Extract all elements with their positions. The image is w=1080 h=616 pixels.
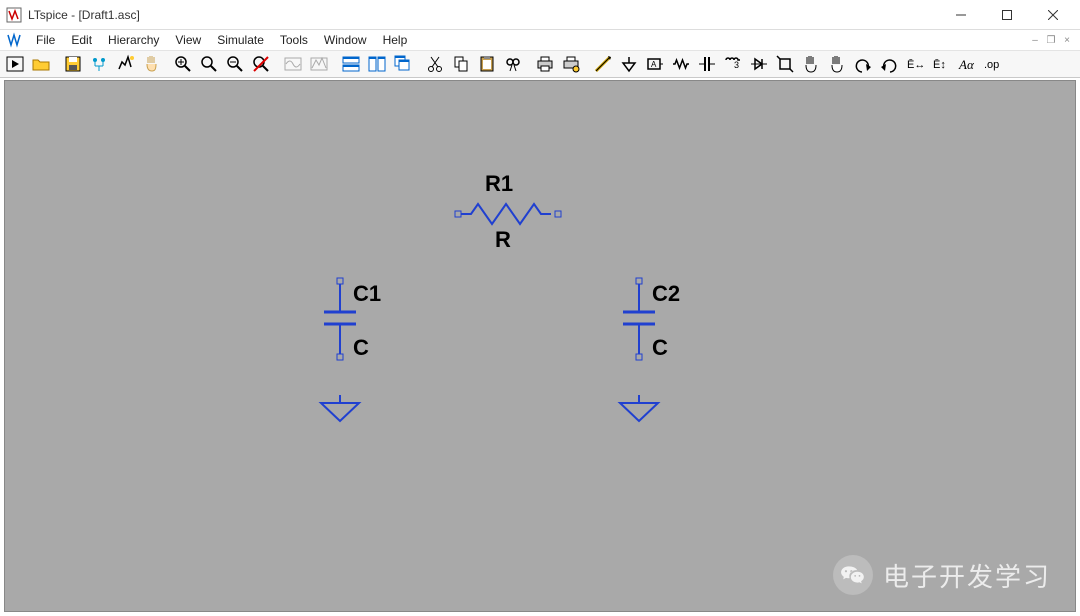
- menu-tools[interactable]: Tools: [272, 31, 316, 49]
- wechat-icon: [833, 555, 873, 595]
- net-label-icon[interactable]: A: [642, 52, 668, 76]
- ground-symbol-1[interactable]: [315, 395, 365, 425]
- mdi-controls: – ❐ ×: [1028, 33, 1078, 47]
- menu-bar: File Edit Hierarchy View Simulate Tools …: [0, 30, 1080, 50]
- menu-view[interactable]: View: [167, 31, 209, 49]
- resistor-icon[interactable]: [668, 52, 694, 76]
- watermark-text: 电子开发学习: [883, 557, 1051, 594]
- menu-help[interactable]: Help: [375, 31, 416, 49]
- capacitor-icon[interactable]: [694, 52, 720, 76]
- title-bar: LTspice - [Draft1.asc]: [0, 0, 1080, 30]
- simulate-icon[interactable]: [112, 52, 138, 76]
- menu-window[interactable]: Window: [316, 31, 375, 49]
- component-icon[interactable]: [772, 52, 798, 76]
- app-icon: [6, 7, 22, 23]
- c2-value[interactable]: C: [652, 335, 668, 361]
- inductor-icon[interactable]: 3: [720, 52, 746, 76]
- run-icon[interactable]: [2, 52, 28, 76]
- ground-symbol-2[interactable]: [614, 395, 664, 425]
- cascade-icon[interactable]: [390, 52, 416, 76]
- c2-name[interactable]: C2: [652, 281, 680, 307]
- waveform1-icon[interactable]: [280, 52, 306, 76]
- svg-text:3: 3: [734, 60, 739, 70]
- maximize-button[interactable]: [984, 0, 1030, 29]
- wire-icon[interactable]: [590, 52, 616, 76]
- minimize-button[interactable]: [938, 0, 984, 29]
- zoom-in-icon[interactable]: [170, 52, 196, 76]
- toolbar: A 3 Ē↔ Ē↕ Aα .op: [0, 50, 1080, 78]
- mdi-minimize-button[interactable]: –: [1028, 33, 1042, 47]
- save-icon[interactable]: [60, 52, 86, 76]
- move-icon[interactable]: [798, 52, 824, 76]
- copy-icon[interactable]: [448, 52, 474, 76]
- close-button[interactable]: [1030, 0, 1076, 29]
- schematic-canvas[interactable]: R1 R C1 C C2 C 电子开发学习: [4, 80, 1076, 612]
- open-icon[interactable]: [28, 52, 54, 76]
- paste-icon[interactable]: [474, 52, 500, 76]
- menu-file[interactable]: File: [28, 31, 63, 49]
- window-title: LTspice - [Draft1.asc]: [28, 8, 938, 22]
- menu-simulate[interactable]: Simulate: [209, 31, 272, 49]
- menu-hierarchy[interactable]: Hierarchy: [100, 31, 167, 49]
- pick-icon[interactable]: [86, 52, 112, 76]
- spice-directive-icon[interactable]: .op: [980, 52, 1006, 76]
- undo-icon[interactable]: [850, 52, 876, 76]
- child-window-icon[interactable]: [6, 32, 22, 48]
- rotate-icon[interactable]: Ē↔: [902, 52, 928, 76]
- ground-icon[interactable]: [616, 52, 642, 76]
- svg-text:Ē↔: Ē↔: [907, 59, 925, 71]
- c1-value[interactable]: C: [353, 335, 369, 361]
- drag-icon[interactable]: [824, 52, 850, 76]
- zoom-out-icon[interactable]: [196, 52, 222, 76]
- find-icon[interactable]: [500, 52, 526, 76]
- tile-h-icon[interactable]: [338, 52, 364, 76]
- zoom-fit-icon[interactable]: [222, 52, 248, 76]
- cut-icon[interactable]: [422, 52, 448, 76]
- zoom-off-icon[interactable]: [248, 52, 274, 76]
- tile-v-icon[interactable]: [364, 52, 390, 76]
- diode-icon[interactable]: [746, 52, 772, 76]
- print-icon[interactable]: [532, 52, 558, 76]
- svg-text:.op: .op: [984, 59, 999, 71]
- pan-icon[interactable]: [138, 52, 164, 76]
- mdi-close-button[interactable]: ×: [1060, 33, 1074, 47]
- text-icon[interactable]: Aα: [954, 52, 980, 76]
- mirror-icon[interactable]: Ē↕: [928, 52, 954, 76]
- redo-icon[interactable]: [876, 52, 902, 76]
- menu-edit[interactable]: Edit: [63, 31, 100, 49]
- waveform2-icon[interactable]: [306, 52, 332, 76]
- window-controls: [938, 0, 1076, 29]
- print-setup-icon[interactable]: [558, 52, 584, 76]
- r1-name[interactable]: R1: [485, 171, 513, 197]
- svg-text:A: A: [651, 60, 657, 69]
- svg-text:Ē↕: Ē↕: [933, 59, 946, 71]
- svg-text:Aα: Aα: [958, 57, 975, 72]
- mdi-restore-button[interactable]: ❐: [1044, 33, 1058, 47]
- c1-name[interactable]: C1: [353, 281, 381, 307]
- watermark: 电子开发学习: [833, 555, 1051, 595]
- r1-value[interactable]: R: [495, 227, 511, 253]
